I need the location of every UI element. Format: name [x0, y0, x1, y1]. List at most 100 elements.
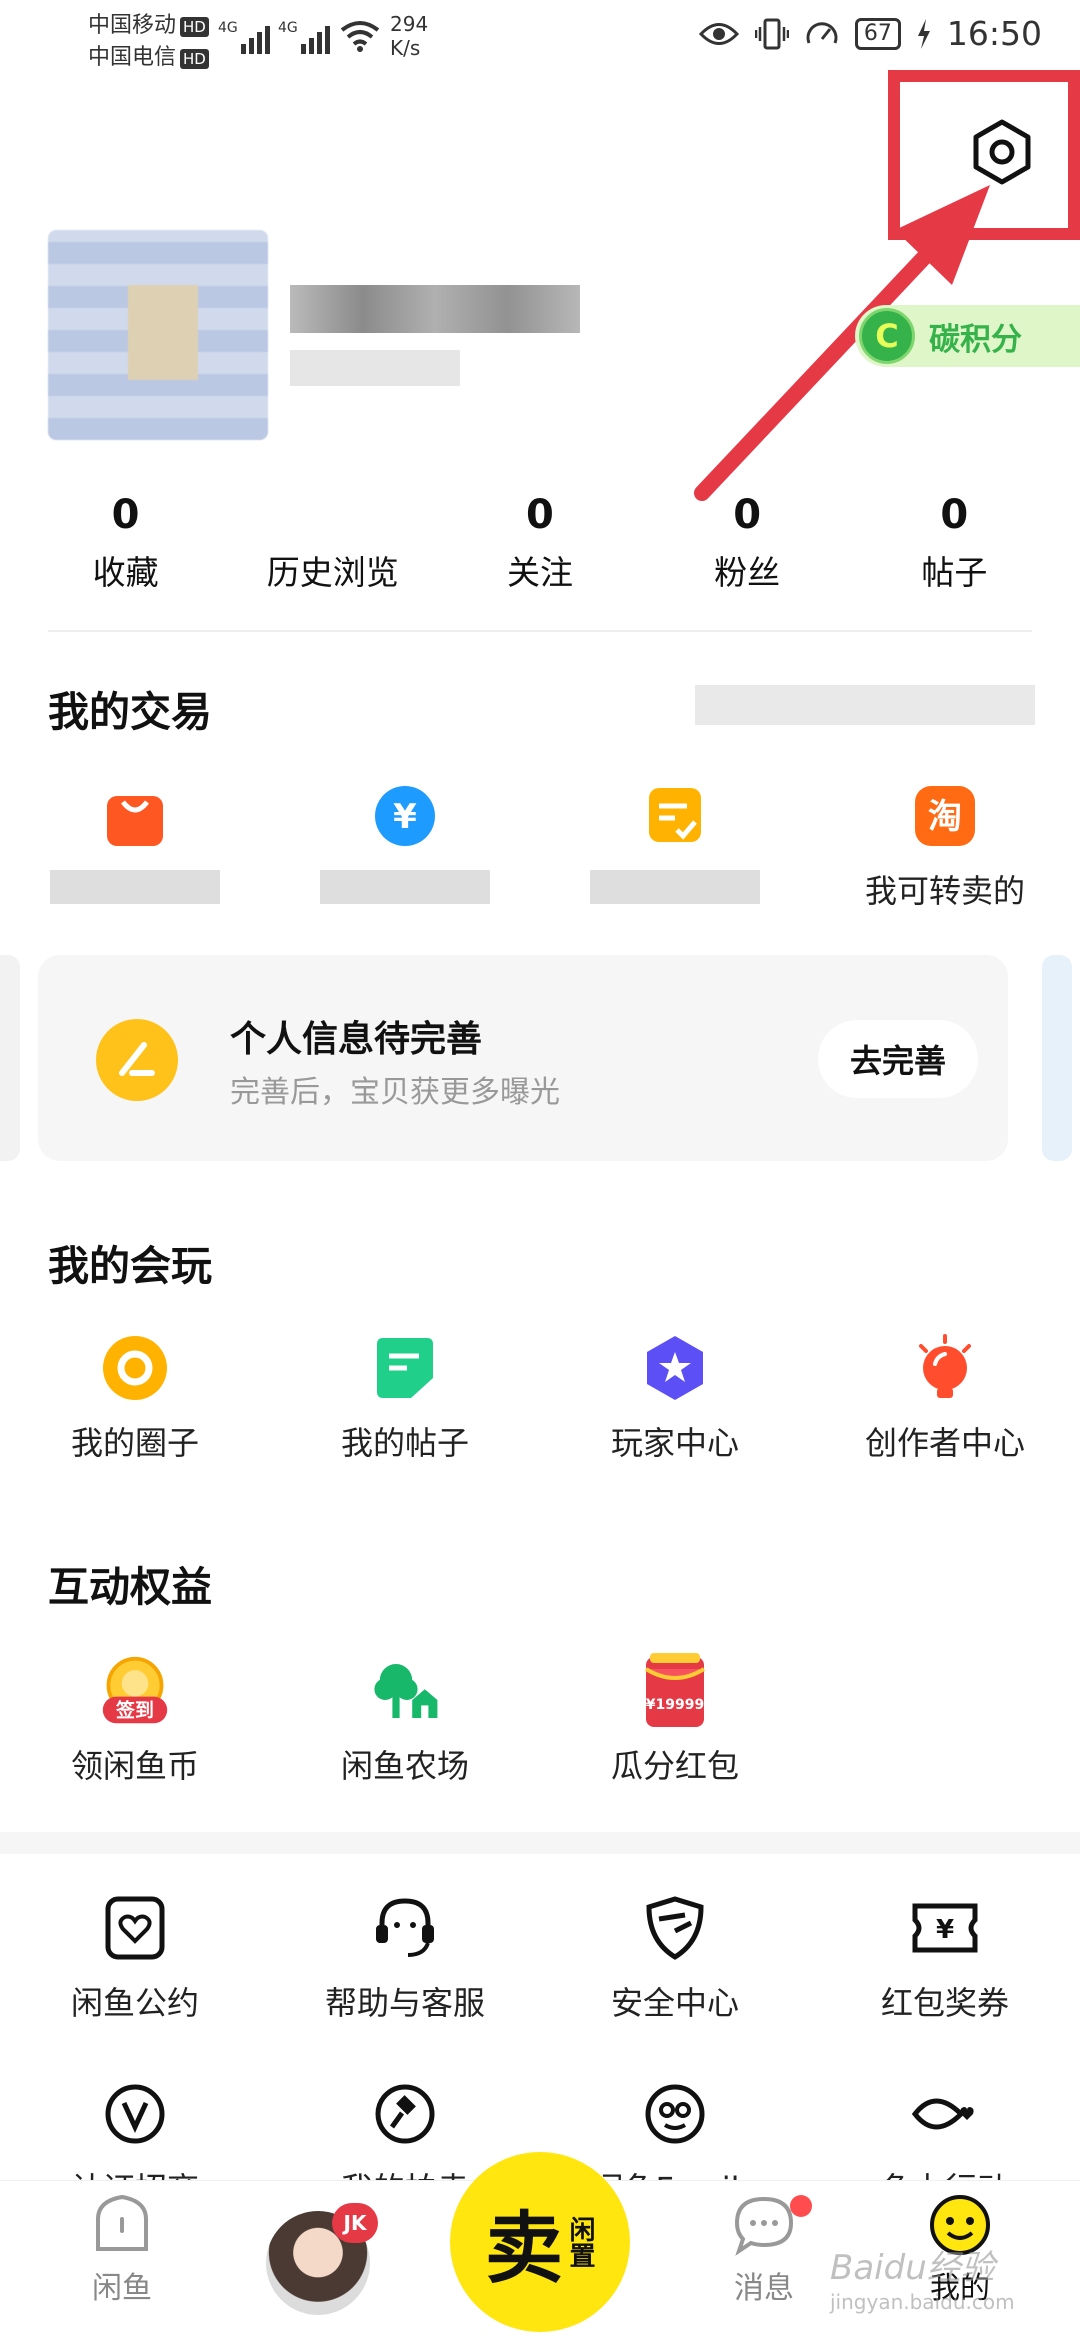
blurred-label	[320, 870, 490, 904]
net-speed-unit: K/s	[390, 36, 421, 60]
svg-text:¥: ¥	[936, 1915, 954, 1945]
benefit-item[interactable]: 签到 领闲鱼币	[0, 1655, 270, 1787]
speedometer-icon	[806, 21, 838, 44]
stats-row: 0 收藏 历史浏览 0 关注 0 粉丝 0 帖子	[0, 488, 1080, 594]
service-label: 帮助与客服	[324, 1984, 485, 2022]
battery-level: 67	[854, 17, 901, 50]
vibrate-icon	[754, 18, 789, 49]
play-label: 创作者中心	[864, 1424, 1025, 1462]
tab-home[interactable]: 闲鱼	[42, 2193, 202, 2307]
stat-fans[interactable]: 0 粉丝	[647, 488, 847, 594]
play-item[interactable]: 我的圈子	[0, 1332, 270, 1464]
section-title-trades: 我的交易	[48, 688, 212, 736]
trade-item[interactable]: ¥	[270, 780, 540, 912]
farm-tree-icon	[369, 1655, 441, 1727]
stat-favorites[interactable]: 0 收藏	[26, 488, 226, 594]
profile-completion-card[interactable]: 个人信息待完善 完善后，宝贝获更多曝光 去完善	[38, 955, 1008, 1161]
play-grid: 我的圈子 我的帖子 玩家中心 创作者中心	[0, 1332, 1080, 1464]
service-label: 红包奖券	[880, 1984, 1009, 2022]
wifi-icon	[340, 20, 380, 58]
stat-number: 0	[940, 492, 969, 538]
prev-card-edge[interactable]	[0, 955, 20, 1161]
stat-number: 0	[111, 492, 140, 538]
stat-following[interactable]: 0 关注	[440, 488, 640, 594]
stat-history[interactable]: 历史浏览	[233, 488, 433, 594]
tab-recommend[interactable]: JK	[238, 2181, 398, 2315]
stat-number: 0	[733, 492, 762, 538]
section-title-play: 我的会玩	[48, 1242, 212, 1290]
divider	[48, 630, 1032, 632]
sell-button[interactable]: 卖 闲置	[450, 2152, 630, 2332]
red-packet-icon: ¥19999	[639, 1653, 711, 1727]
trade-grid: ¥ 淘 我可转卖的	[0, 780, 1080, 912]
benefit-item[interactable]: ¥19999 瓜分红包	[540, 1653, 810, 1787]
tab-label: 闲鱼	[92, 2271, 152, 2306]
stat-posts[interactable]: 0 帖子	[854, 488, 1054, 594]
checkin-coin-icon: 签到	[99, 1655, 171, 1727]
trade-label: 我可转卖的	[864, 872, 1025, 910]
yen-coin-icon: ¥	[369, 780, 441, 852]
play-label: 我的帖子	[340, 1424, 469, 1462]
benefit-label: 瓜分红包	[610, 1747, 739, 1785]
network-type: 4G	[218, 20, 238, 36]
watermark-url: jingyan.baidu.com	[830, 2290, 1015, 2314]
carrier-1: 中国移动	[88, 13, 177, 38]
svg-text:¥19999: ¥19999	[646, 1697, 704, 1713]
avatar: JK	[266, 2203, 378, 2315]
card-subtitle: 完善后，宝贝获更多曝光	[230, 1075, 560, 1110]
card-title: 个人信息待完善	[230, 1019, 483, 1060]
heart-doc-icon	[99, 1892, 171, 1964]
net-speed-value: 294	[390, 12, 429, 36]
service-item[interactable]: 帮助与客服	[270, 1892, 540, 2024]
complete-profile-button[interactable]: 去完善	[818, 1020, 978, 1098]
circle-ring-icon	[99, 1332, 171, 1404]
carrier-2: 中国电信	[88, 45, 177, 70]
blurred-label	[590, 870, 760, 904]
shield-icon	[639, 1892, 711, 1964]
auction-hammer-icon	[369, 2078, 441, 2150]
lightbulb-icon	[909, 1332, 981, 1404]
blurred-text	[695, 685, 1035, 725]
stat-label: 关注	[506, 553, 573, 592]
home-icon	[96, 2194, 148, 2251]
chat-bubble-icon	[734, 2196, 794, 2256]
play-item[interactable]: 我的帖子	[270, 1332, 540, 1464]
watermark: Baidu经验	[830, 2248, 995, 2288]
blurred-label	[50, 870, 220, 904]
service-item[interactable]: 安全中心	[540, 1892, 810, 2024]
network-type: 4G	[278, 20, 298, 36]
service-label: 安全中心	[610, 1984, 739, 2022]
service-item[interactable]: 闲鱼公约	[0, 1892, 270, 2024]
signal-icon: 4G	[278, 20, 330, 54]
charging-icon	[917, 18, 930, 49]
play-item[interactable]: 玩家中心	[540, 1332, 810, 1464]
monkey-face-icon	[639, 2078, 711, 2150]
service-item[interactable]: ¥ 红包奖券	[810, 1892, 1080, 2024]
stat-label: 粉丝	[714, 553, 781, 592]
play-item[interactable]: 创作者中心	[810, 1332, 1080, 1464]
trade-item[interactable]	[0, 780, 270, 912]
benefit-item[interactable]: 闲鱼农场	[270, 1655, 540, 1787]
tab-messages[interactable]: 消息	[684, 2193, 844, 2307]
benefit-label: 闲鱼农场	[340, 1747, 469, 1785]
next-card-edge[interactable]	[1042, 955, 1072, 1161]
avatar[interactable]	[48, 230, 268, 440]
username-blurred	[290, 285, 580, 333]
edit-pen-icon	[96, 1019, 178, 1101]
jk-badge: JK	[332, 2203, 378, 2243]
sell-label: 卖	[484, 2204, 563, 2294]
hd-badge: HD	[180, 17, 209, 37]
verified-v-icon	[99, 2078, 171, 2150]
carrier-info: 中国移动 HD 中国电信 HD	[88, 10, 209, 74]
svg-text:淘: 淘	[928, 797, 962, 837]
carbon-points-badge[interactable]: C 碳积分	[855, 305, 1080, 367]
trade-item-resell[interactable]: 淘 我可转卖的	[810, 780, 1080, 912]
tab-label: 消息	[734, 2271, 794, 2306]
service-grid: 闲鱼公约 帮助与客服 安全中心 ¥ 红包奖券	[0, 1892, 1080, 2024]
carbon-icon: C	[859, 308, 915, 364]
service-label: 闲鱼公约	[70, 1984, 199, 2022]
post-icon	[369, 1332, 441, 1404]
section-title-benefits: 互动权益	[48, 1563, 212, 1611]
play-label: 玩家中心	[610, 1424, 739, 1462]
trade-item[interactable]	[540, 780, 810, 912]
